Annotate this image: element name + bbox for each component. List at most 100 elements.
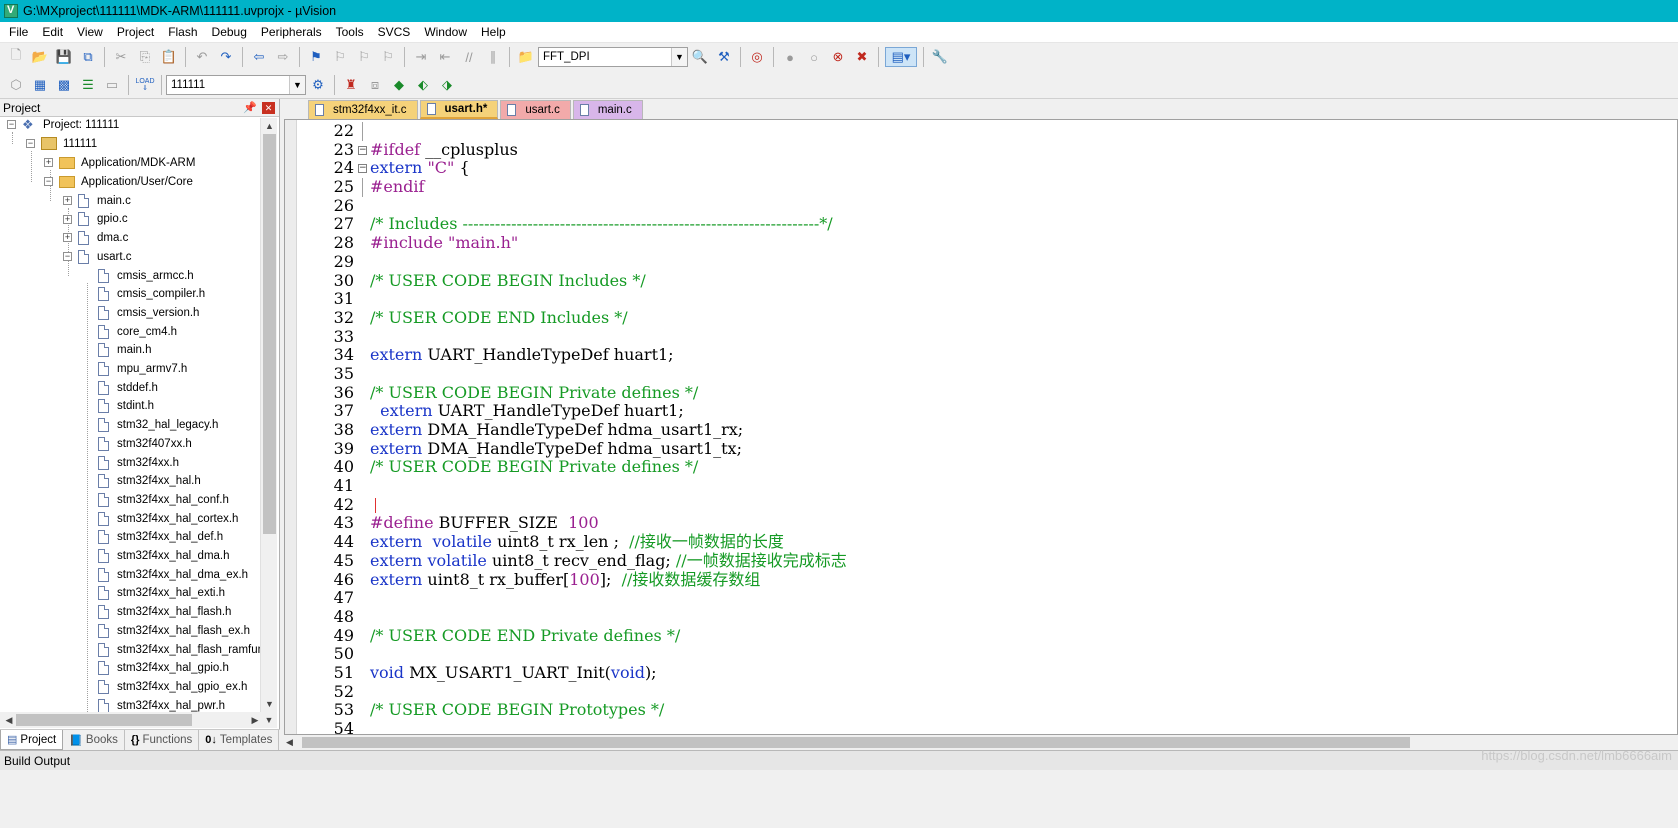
code-line[interactable]: 42 (285, 495, 1677, 515)
cut-icon[interactable]: ✂ (111, 47, 131, 67)
code-line[interactable]: 54 (285, 719, 1677, 734)
expand-icon[interactable]: + (63, 214, 72, 224)
tree-header-file[interactable]: stddef.h (98, 378, 158, 397)
scroll-thumb[interactable] (16, 714, 192, 726)
editor-tab[interactable]: stm32f4xx_it.c (308, 100, 418, 119)
editor-tab[interactable]: main.c (572, 100, 643, 119)
tree-header-file[interactable]: stm32f407xx.h (98, 434, 192, 453)
tree-file[interactable]: + dma.c (63, 228, 128, 247)
code-line[interactable]: 48 (285, 607, 1677, 627)
redo-icon[interactable]: ↷ (216, 47, 236, 67)
window-layout-icon[interactable]: ▤▾ (885, 47, 917, 67)
code-line[interactable]: 39 extern DMA_HandleTypeDef hdma_usart1_t… (285, 439, 1677, 459)
paste-icon[interactable]: 📋 (159, 47, 179, 67)
bookmark-toggle-icon[interactable]: ⚑ (306, 47, 326, 67)
translate-icon[interactable]: ⬡ (6, 75, 26, 95)
tree-header-file[interactable]: stm32f4xx_hal_pwr.h (98, 696, 225, 712)
scroll-up-icon[interactable]: ▲ (261, 118, 278, 134)
expand-icon[interactable]: + (44, 158, 53, 167)
indent-icon[interactable]: ⇥ (411, 47, 431, 67)
tree-header-file[interactable]: stm32f4xx_hal_flash_ramfunc.h (98, 640, 260, 659)
breakpoint-disable-all-icon[interactable]: ⊗ (828, 47, 848, 67)
tree-group[interactable]: + Application/MDK-ARM (44, 153, 195, 172)
save-all-icon[interactable]: ⧉ (78, 47, 98, 67)
code-editor[interactable]: 22 23− #ifdef __cplusplus 24− extern "C" {25… (284, 119, 1678, 735)
chevron-down-icon[interactable]: ▼ (289, 75, 305, 94)
tree-header-file[interactable]: stdint.h (98, 397, 154, 416)
menu-help[interactable]: Help (474, 22, 513, 43)
code-line[interactable]: 51 void MX_USART1_UART_Init(void); (285, 663, 1677, 683)
menu-peripherals[interactable]: Peripherals (254, 22, 329, 43)
navigate-forward-icon[interactable]: ⇨ (273, 47, 293, 67)
save-icon[interactable]: 💾 (54, 47, 74, 67)
tree-root-project[interactable]: − ❖ Project: 111111 (7, 118, 119, 134)
code-line[interactable]: 49 /* USER CODE END Private defines */ (285, 626, 1677, 646)
tree-header-file[interactable]: main.h (98, 341, 152, 360)
tree-header-file[interactable]: stm32f4xx_hal_gpio_ex.h (98, 677, 247, 696)
menu-svcs[interactable]: SVCS (371, 22, 418, 43)
code-line[interactable]: 50 (285, 645, 1677, 664)
collapse-icon[interactable]: − (7, 120, 16, 129)
tree-vertical-scrollbar[interactable]: ▲ ▼ (260, 118, 277, 712)
tree-header-file[interactable]: stm32f4xx_hal_flash_ex.h (98, 621, 250, 640)
tree-header-file[interactable]: stm32f4xx_hal_dma.h (98, 547, 230, 566)
collapse-icon[interactable]: − (63, 252, 72, 262)
code-line[interactable]: 44 extern volatile uint8_t rx_len ; //接收一… (285, 532, 1677, 552)
code-line[interactable]: 47 (285, 588, 1677, 608)
code-line[interactable]: 29 (285, 252, 1677, 272)
tree-header-file[interactable]: cmsis_version.h (98, 303, 199, 322)
code-line[interactable]: 35 (285, 364, 1677, 384)
fold-collapse-icon[interactable]: − (358, 164, 367, 174)
code-line[interactable]: 26 (285, 196, 1677, 216)
new-file-icon[interactable]: 🗋 (6, 47, 26, 67)
tree-header-file[interactable]: stm32_hal_legacy.h (98, 416, 218, 435)
tree-horizontal-scrollbar[interactable]: ◀ ▶ ▼ (0, 712, 277, 728)
menu-project[interactable]: Project (110, 22, 161, 43)
code-line[interactable]: 40 /* USER CODE BEGIN Private defines */ (285, 458, 1677, 477)
code-line[interactable]: 30 /* USER CODE BEGIN Includes */ (285, 271, 1677, 291)
tab-functions[interactable]: {} Functions (125, 730, 200, 750)
scroll-down-icon[interactable]: ▼ (261, 696, 278, 712)
tab-project[interactable]: ▤ Project (0, 730, 64, 750)
menu-file[interactable]: File (2, 22, 35, 43)
find-in-files-icon[interactable]: 📁 (516, 47, 536, 67)
breakpoint-insert-icon[interactable]: ● (780, 47, 800, 67)
code-line[interactable]: 36 /* USER CODE BEGIN Private defines */ (285, 383, 1677, 403)
close-icon[interactable]: ✕ (262, 102, 275, 114)
tree-file[interactable]: + gpio.c (63, 210, 128, 229)
menu-view[interactable]: View (70, 22, 110, 43)
code-line[interactable]: 53 /* USER CODE BEGIN Prototypes */ (285, 700, 1677, 720)
tab-books[interactable]: 📘 Books (63, 730, 125, 750)
run-time-environment-icon[interactable]: ◆ (389, 75, 409, 95)
code-line[interactable]: 43 #define BUFFER_SIZE 100 (285, 514, 1677, 533)
code-line[interactable]: 37 extern UART_HandleTypeDef huart1; (285, 401, 1677, 421)
code-line[interactable]: 27 /* Includes --------------------------… (285, 215, 1677, 234)
scroll-thumb[interactable] (263, 134, 276, 534)
tree-header-file[interactable]: mpu_armv7.h (98, 360, 187, 379)
open-file-icon[interactable]: 📂 (30, 47, 50, 67)
file-extensions-icon[interactable]: ⧈ (365, 75, 385, 95)
code-line[interactable]: 52 (285, 682, 1677, 702)
rebuild-icon[interactable]: ▩ (54, 75, 74, 95)
unindent-icon[interactable]: ⇤ (435, 47, 455, 67)
incremental-find-icon[interactable]: ⚒ (714, 47, 734, 67)
stop-build-icon[interactable]: ▭ (102, 75, 122, 95)
code-line[interactable]: 28 #include "main.h" (285, 233, 1677, 253)
uncomment-icon[interactable]: ∥ (483, 47, 503, 67)
pin-icon[interactable]: 📌 (243, 101, 257, 114)
tree-header-file[interactable]: stm32f4xx_hal_gpio.h (98, 659, 229, 678)
select-software-packs-icon[interactable]: ⬗ (437, 75, 457, 95)
tree-header-file[interactable]: stm32f4xx_hal_exti.h (98, 584, 225, 603)
fold-collapse-icon[interactable]: − (358, 145, 367, 155)
code-line[interactable]: 45 extern volatile uint8_t recv_end_flag;… (285, 551, 1677, 571)
code-line[interactable]: 34 extern UART_HandleTypeDef huart1; (285, 345, 1677, 365)
scroll-end-icon[interactable]: ▼ (262, 712, 276, 728)
tree-header-file[interactable]: stm32f4xx.h (98, 453, 179, 472)
expand-icon[interactable]: + (63, 233, 72, 243)
editor-tab[interactable]: usart.c (500, 100, 571, 119)
find-icon[interactable]: 🔍 (690, 47, 710, 67)
code-line[interactable]: 32 /* USER CODE END Includes */ (285, 308, 1677, 328)
scroll-right-icon[interactable]: ▶ (248, 712, 262, 728)
debug-session-icon[interactable]: ◎ (747, 47, 767, 67)
tree-header-file[interactable]: core_cm4.h (98, 322, 177, 341)
